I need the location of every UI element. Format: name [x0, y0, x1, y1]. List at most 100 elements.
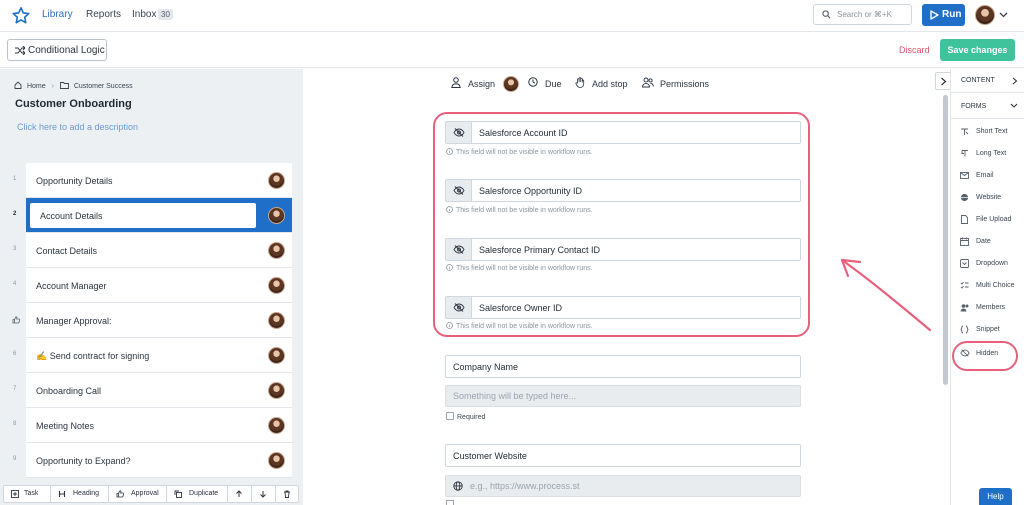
step-item[interactable]: 6 ✍️ Send contract for signing	[0, 338, 303, 373]
hidden-field-label: Salesforce Account ID	[479, 128, 568, 138]
step-item[interactable]: 4 Account Manager	[0, 268, 303, 303]
hidden-field[interactable]: Salesforce Owner ID	[445, 296, 801, 319]
delete-step-button[interactable]	[276, 486, 299, 502]
move-down-button[interactable]	[252, 486, 276, 502]
trash-icon	[284, 490, 290, 498]
discard-button[interactable]: Discard	[899, 45, 930, 55]
assignee-avatar	[268, 172, 285, 189]
calendar-icon	[960, 237, 969, 246]
logo-icon[interactable]	[12, 7, 30, 25]
shuffle-icon	[15, 46, 25, 55]
step-label: Meeting Notes	[36, 421, 95, 431]
widget-short-text[interactable]: Short Text	[951, 122, 1024, 142]
step-item[interactable]: 8 Meeting Notes	[0, 408, 303, 443]
run-label: Run	[942, 9, 962, 20]
save-changes-button[interactable]: Save changes	[940, 39, 1015, 61]
task-label: Task	[24, 490, 39, 497]
step-item[interactable]: 9 Opportunity to Expand?	[0, 443, 303, 478]
step-number: 8	[13, 421, 17, 427]
widget-members[interactable]: Members	[951, 298, 1024, 318]
move-up-button[interactable]	[228, 486, 252, 502]
search-input[interactable]: Search or ⌘+K	[813, 4, 912, 25]
user-avatar[interactable]	[975, 5, 995, 25]
top-bar: Library Reports Inbox 30 Search or ⌘+K R…	[0, 0, 1024, 32]
hint-text: This field will not be visible in workfl…	[456, 207, 593, 214]
info-icon	[446, 148, 453, 155]
conditional-logic-button[interactable]: Conditional Logic	[7, 39, 107, 61]
add-task-button[interactable]: Task	[4, 486, 51, 502]
hidden-field[interactable]: Salesforce Account ID	[445, 121, 801, 144]
assignee-avatar	[268, 242, 285, 259]
hint-text: This field will not be visible in workfl…	[456, 323, 593, 330]
arrow-up-icon	[236, 490, 242, 497]
breadcrumb-home[interactable]: Home	[27, 83, 46, 90]
step-item[interactable]: 7 Onboarding Call	[0, 373, 303, 408]
checkbox[interactable]	[446, 500, 454, 505]
website-input[interactable]: e.g., https://www.process.st	[445, 475, 801, 497]
collapse-panel-button[interactable]	[935, 72, 951, 90]
widget-dropdown[interactable]: Dropdown	[951, 254, 1024, 274]
workflow-title[interactable]: Customer Onboarding	[15, 98, 132, 110]
clock-icon	[528, 77, 538, 87]
info-icon	[446, 264, 453, 271]
duplicate-button[interactable]: Duplicate	[167, 486, 228, 502]
step-label: Manager Approval:	[36, 316, 112, 326]
company-name-placeholder[interactable]: Something will be typed here...	[445, 385, 801, 407]
nav-library[interactable]: Library	[42, 9, 73, 20]
widget-website[interactable]: Website	[951, 188, 1024, 208]
permissions-label: Permissions	[660, 79, 710, 89]
run-button[interactable]: Run	[922, 4, 965, 26]
forms-section-toggle[interactable]: FORMS	[951, 95, 1024, 119]
info-icon	[446, 206, 453, 213]
add-heading-button[interactable]: Heading	[51, 486, 109, 502]
assignee-avatar	[268, 277, 285, 294]
hidden-field[interactable]: Salesforce Primary Contact ID	[445, 238, 801, 261]
folder-icon	[59, 82, 69, 89]
step-item[interactable]: 1 Opportunity Details	[0, 163, 303, 198]
widget-long-text[interactable]: Long Text	[951, 144, 1024, 164]
step-item-selected[interactable]: 2 Account Details	[0, 198, 303, 233]
nav-reports[interactable]: Reports	[86, 9, 121, 20]
highlight-annotation-hidden	[952, 341, 1018, 371]
content-section-toggle[interactable]: CONTENT	[951, 69, 1024, 93]
steps-panel: Home › Customer Success Customer Onboard…	[0, 69, 303, 505]
widget-panel: CONTENT FORMS Short Text Long Text Email…	[950, 69, 1024, 505]
hidden-hint: This field will not be visible in workfl…	[446, 148, 593, 156]
step-item[interactable]: 3 Contact Details	[0, 233, 303, 268]
eye-off-icon	[453, 128, 465, 137]
step-number: 1	[13, 176, 17, 182]
chevron-down-icon[interactable]	[999, 12, 1008, 18]
step-label[interactable]: Account Details	[40, 211, 103, 221]
widget-email[interactable]: Email	[951, 166, 1024, 186]
dropdown-icon	[960, 259, 969, 268]
thumbs-up-icon	[12, 316, 20, 324]
nav-inbox[interactable]: Inbox	[132, 9, 156, 20]
customer-website-label-input[interactable]: Customer Website	[445, 444, 801, 467]
widget-date[interactable]: Date	[951, 232, 1024, 252]
long-text-icon	[961, 150, 968, 157]
arrow-annotation	[840, 258, 932, 332]
chevron-down-icon	[1010, 103, 1018, 108]
home-icon	[14, 81, 22, 89]
breadcrumb-folder[interactable]: Customer Success	[74, 83, 133, 90]
step-item-approval[interactable]: Manager Approval:	[0, 303, 303, 338]
company-name-label-input[interactable]: Company Name	[445, 355, 801, 378]
widget-file-upload[interactable]: File Upload	[951, 210, 1024, 230]
assignee-avatar[interactable]	[503, 76, 519, 92]
chevron-right-icon	[941, 77, 947, 86]
checkbox[interactable]	[446, 412, 454, 420]
eye-off-icon	[453, 303, 465, 312]
add-approval-button[interactable]: Approval	[109, 486, 167, 502]
help-button[interactable]: Help	[979, 488, 1012, 505]
hidden-hint: This field will not be visible in workfl…	[446, 264, 593, 272]
users-icon	[642, 77, 654, 88]
workflow-description[interactable]: Click here to add a description	[17, 122, 138, 132]
scrollbar[interactable]	[943, 95, 948, 385]
widget-multi-choice[interactable]: Multi Choice	[951, 276, 1024, 296]
hidden-field[interactable]: Salesforce Opportunity ID	[445, 179, 801, 202]
duplicate-label: Duplicate	[189, 490, 219, 497]
heading-label: Heading	[73, 490, 100, 497]
widget-snippet[interactable]: Snippet	[951, 320, 1024, 340]
required-checkbox[interactable]: Required	[446, 412, 485, 421]
widget-label: File Upload	[976, 216, 1012, 223]
